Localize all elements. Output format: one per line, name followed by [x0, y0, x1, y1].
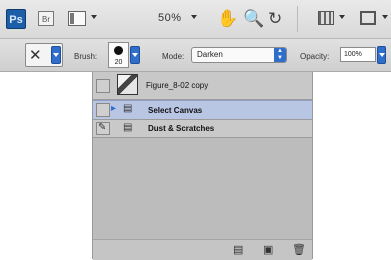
view-extras-icon[interactable] [68, 11, 86, 26]
chevron-down-icon[interactable] [339, 15, 345, 19]
opacity-field[interactable]: 100% [340, 47, 376, 62]
trash-icon[interactable]: 🗑 [292, 243, 306, 256]
history-state-label: Select Canvas [148, 106, 203, 115]
chevron-down-icon[interactable] [382, 15, 388, 19]
screen-mode-icon[interactable] [360, 11, 376, 25]
brush-tip-icon [114, 46, 123, 55]
new-document-icon[interactable]: ▤ [233, 243, 243, 256]
history-source-checkbox[interactable] [96, 103, 110, 117]
divider [297, 6, 298, 32]
document-state-icon: ▤ [123, 103, 133, 114]
tool-preset-dropdown[interactable] [51, 46, 61, 64]
chevron-down-icon[interactable] [91, 15, 97, 19]
history-brush-icon: ✕ [29, 47, 42, 64]
history-source-checkbox[interactable] [96, 79, 110, 93]
mode-select[interactable]: Darken ▲ ▼ [191, 47, 287, 63]
history-state-row[interactable]: ▸ ▤ Select Canvas [93, 100, 312, 120]
history-brush-source-icon: ✎ [98, 122, 107, 133]
brush-preset-picker[interactable]: 20 [108, 42, 129, 68]
mode-label: Mode: [162, 52, 185, 61]
hand-tool-icon[interactable]: ✋ [217, 9, 238, 29]
opacity-label: Opacity: [300, 52, 330, 61]
camera-snapshot-icon[interactable]: ▣ [263, 243, 273, 256]
history-state-row[interactable]: ✎ ▤ Dust & Scratches [93, 120, 312, 138]
document-state-icon: ▤ [123, 122, 133, 133]
brush-size: 20 [114, 59, 123, 66]
panel-footer: ▤ ▣ 🗑 [93, 239, 312, 260]
snapshot-thumbnail [117, 74, 138, 95]
rotate-view-icon[interactable]: ↻ [268, 9, 282, 29]
chevron-down-icon[interactable] [191, 15, 197, 19]
photoshop-logo-icon[interactable]: Ps [6, 9, 26, 29]
history-panel: Figure_8-02 copy ▸ ▤ Select Canvas ✎ ▤ D… [92, 72, 313, 260]
select-arrows-icon: ▲ ▼ [274, 48, 286, 62]
options-bar: ✕ Brush: 20 Mode: Darken ▲ ▼ Opacity: 100… [0, 39, 391, 72]
arrange-documents-icon[interactable] [318, 11, 334, 25]
mode-value: Darken [197, 50, 223, 59]
snapshot-name: Figure_8-02 copy [146, 81, 209, 90]
brush-dropdown[interactable] [130, 46, 140, 64]
brush-label: Brush: [74, 52, 98, 61]
bridge-button[interactable]: Br [38, 11, 54, 26]
history-state-label: Dust & Scratches [148, 124, 215, 133]
zoom-tool-icon[interactable]: 🔍 [243, 9, 264, 29]
application-bar: Ps Br 50% ✋ 🔍 ↻ [0, 0, 391, 39]
zoom-level[interactable]: 50% [158, 12, 182, 24]
current-state-icon: ▸ [111, 103, 117, 114]
snapshot-row[interactable]: Figure_8-02 copy [93, 72, 312, 100]
opacity-dropdown[interactable] [377, 46, 386, 64]
